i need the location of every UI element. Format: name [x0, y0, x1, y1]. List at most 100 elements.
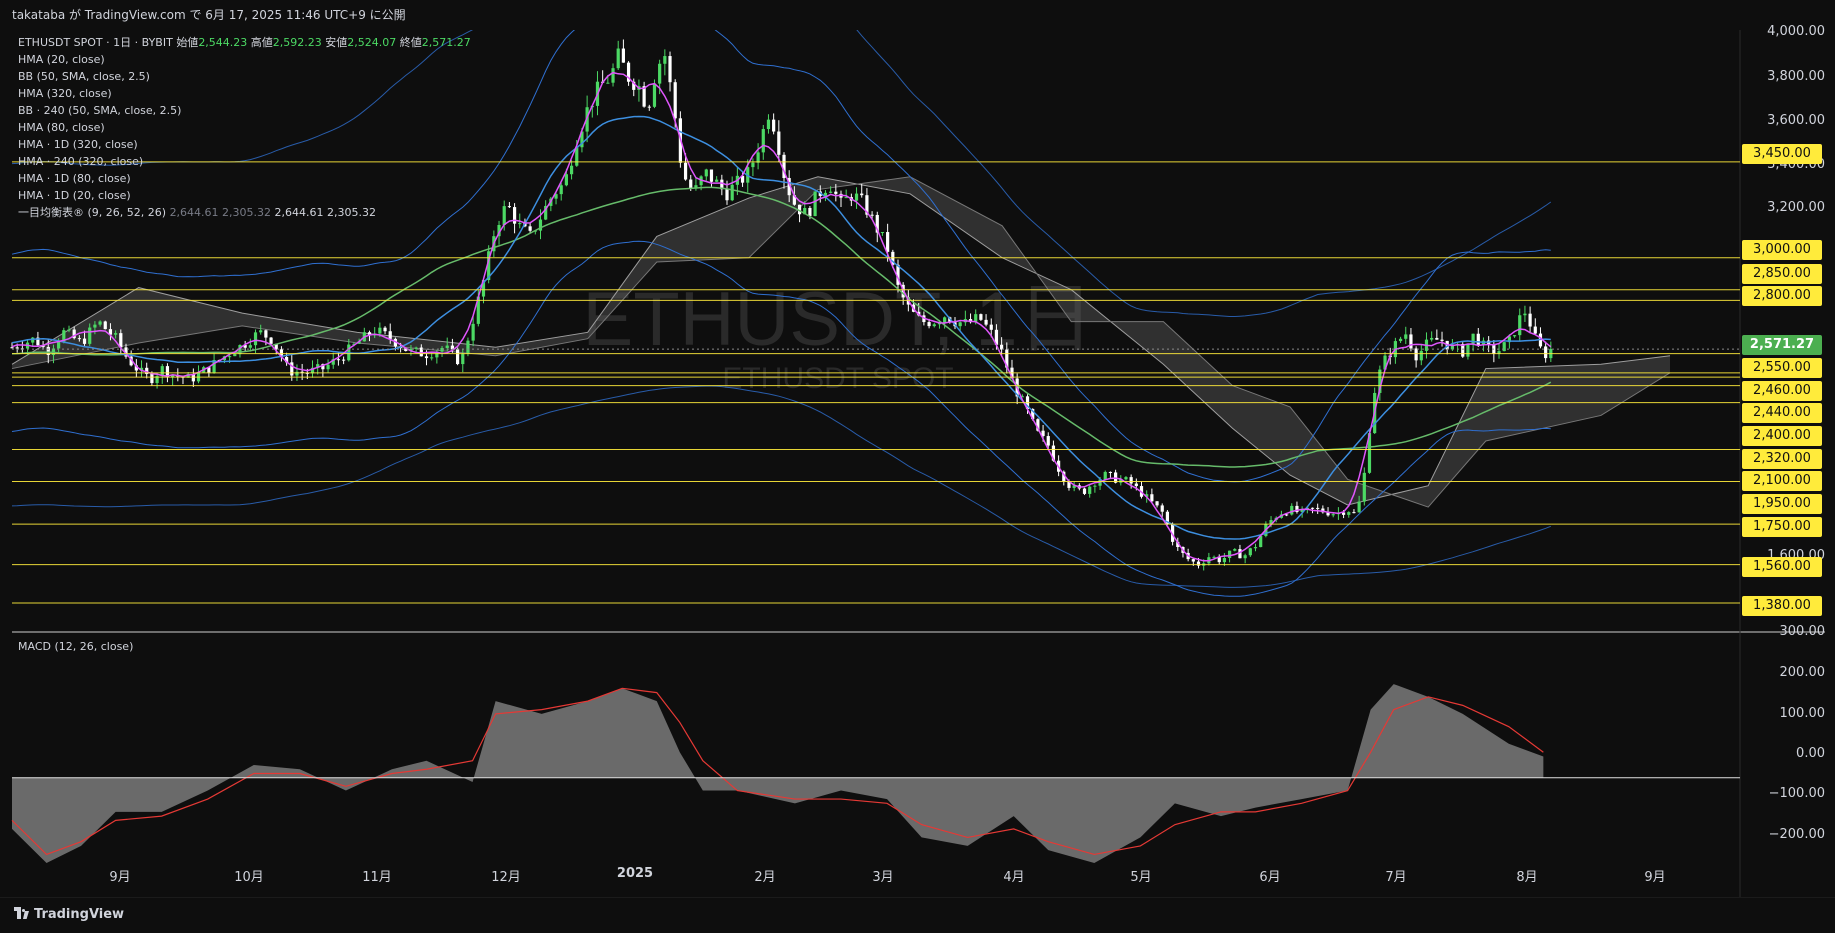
level-tag[interactable]: 2,400.00: [1742, 426, 1822, 446]
candle-body: [528, 226, 532, 231]
candle-body: [1409, 334, 1413, 349]
candle-body: [927, 322, 931, 327]
publish-text: takataba が TradingView.com で 6月 17, 2025…: [12, 8, 406, 22]
candle-body: [886, 232, 890, 252]
candle-body: [1528, 313, 1532, 327]
candle-body: [233, 354, 237, 357]
macd-tick: 100.00: [1779, 706, 1826, 721]
level-tag[interactable]: 1,560.00: [1742, 557, 1822, 577]
candle-body: [1191, 559, 1195, 562]
price-tick: 300.00: [1779, 624, 1826, 639]
indicator-row[interactable]: HMA · 240 (320, close): [18, 153, 471, 170]
candle-body: [1523, 313, 1527, 316]
candle-body: [663, 56, 667, 64]
level-tag[interactable]: 2,100.00: [1742, 471, 1822, 491]
candle-body: [1160, 505, 1164, 512]
current-price-tag[interactable]: 2,571.27: [1742, 335, 1822, 355]
candle-body: [932, 324, 936, 327]
candle-body: [259, 330, 263, 333]
candle-body: [943, 317, 947, 323]
ichimoku-value: 2,644.61: [274, 206, 324, 219]
candle-body: [440, 347, 444, 352]
candle-body: [82, 338, 87, 344]
candle-body: [1046, 436, 1050, 446]
indicator-row[interactable]: BB (50, SMA, close, 2.5): [18, 68, 471, 85]
level-tag[interactable]: 2,550.00: [1742, 358, 1822, 378]
time-label: 10月: [234, 870, 264, 885]
candle-body: [1352, 512, 1356, 514]
price-tick: 4,000.00: [1767, 24, 1825, 39]
indicator-row[interactable]: HMA · 1D (320, close): [18, 136, 471, 153]
candle-body: [715, 179, 719, 182]
candle-body: [1124, 477, 1128, 480]
candle-body: [1227, 550, 1232, 559]
level-tag[interactable]: 1,950.00: [1742, 494, 1822, 514]
level-tag[interactable]: 2,320.00: [1742, 449, 1822, 469]
candle-body: [1518, 315, 1522, 336]
indicator-row[interactable]: HMA · 1D (20, close): [18, 187, 471, 204]
indicator-row[interactable]: BB · 240 (50, SMA, close, 2.5): [18, 102, 471, 119]
legend: ETHUSDT SPOT · 1日 · BYBIT 始値2,544.23 高値2…: [18, 34, 471, 221]
ichimoku-row[interactable]: 一目均衡表® (9, 26, 52, 26) 2,644.61 2,305.32…: [18, 204, 471, 221]
brand-name: TradingView: [34, 907, 125, 922]
candle-body: [1082, 488, 1087, 494]
level-tag[interactable]: 1,380.00: [1742, 596, 1822, 616]
candle-body: [518, 223, 522, 225]
candle-body: [10, 347, 14, 349]
candle-body: [228, 356, 232, 358]
macd-tick: 200.00: [1779, 665, 1826, 680]
candle-body: [15, 347, 19, 349]
symbol-label[interactable]: ETHUSDT SPOT · 1日 · BYBIT: [18, 36, 173, 49]
high-value: 2,592.23: [272, 36, 322, 49]
candle-body: [616, 48, 620, 69]
candle-body: [1129, 477, 1133, 484]
candle-body: [342, 359, 346, 361]
candle-body: [766, 119, 771, 130]
indicator-row[interactable]: HMA · 1D (80, close): [18, 170, 471, 187]
candle-body: [777, 131, 781, 155]
level-tag[interactable]: 2,850.00: [1742, 264, 1822, 284]
level-tag[interactable]: 3,450.00: [1742, 144, 1822, 164]
level-tag[interactable]: 2,800.00: [1742, 286, 1822, 306]
candle-body: [471, 323, 475, 341]
level-tag[interactable]: 2,460.00: [1742, 381, 1822, 401]
candle-body: [1357, 501, 1361, 513]
candle-body: [461, 353, 465, 365]
candle-body: [383, 327, 387, 332]
candle-body: [1419, 350, 1423, 361]
level-tag[interactable]: 1,750.00: [1742, 517, 1822, 537]
tradingview-logo[interactable]: TradingView: [14, 907, 124, 922]
candle-body: [647, 106, 651, 108]
indicator-row[interactable]: HMA (320, close): [18, 85, 471, 102]
time-label: 6月: [1259, 870, 1281, 885]
indicator-row[interactable]: HMA (80, close): [18, 119, 471, 136]
candle-body: [642, 86, 646, 107]
indicator-row[interactable]: HMA (20, close): [18, 51, 471, 68]
watermark-subtitle: ETHUSDT SPOT: [722, 362, 953, 395]
candle-body: [979, 314, 983, 320]
candle-body: [1134, 483, 1138, 487]
candle-body: [1150, 494, 1154, 502]
candle-body: [455, 349, 460, 365]
candle-body: [683, 162, 688, 180]
time-label: 9月: [109, 870, 131, 885]
level-tag[interactable]: 3,000.00: [1742, 240, 1822, 260]
time-label: 12月: [491, 870, 521, 885]
macd-tick: 0.00: [1796, 746, 1825, 761]
price-tick: 3,800.00: [1767, 69, 1825, 84]
candle-body: [269, 337, 273, 344]
level-tag[interactable]: 2,440.00: [1742, 403, 1822, 423]
candle-body: [67, 329, 71, 331]
candle-body: [668, 56, 672, 83]
time-label: 11月: [362, 870, 392, 885]
candle-body: [1093, 485, 1097, 487]
time-label: 2025: [616, 866, 654, 881]
time-label: 4月: [1003, 870, 1025, 885]
candle-body: [1103, 471, 1107, 480]
macd-label[interactable]: MACD (12, 26, close): [18, 640, 133, 653]
candle-body: [725, 189, 729, 201]
macd-tick: −200.00: [1768, 827, 1825, 842]
candle-body: [854, 193, 859, 201]
macd-tick: −100.00: [1768, 786, 1825, 801]
candle-body: [1088, 486, 1092, 494]
